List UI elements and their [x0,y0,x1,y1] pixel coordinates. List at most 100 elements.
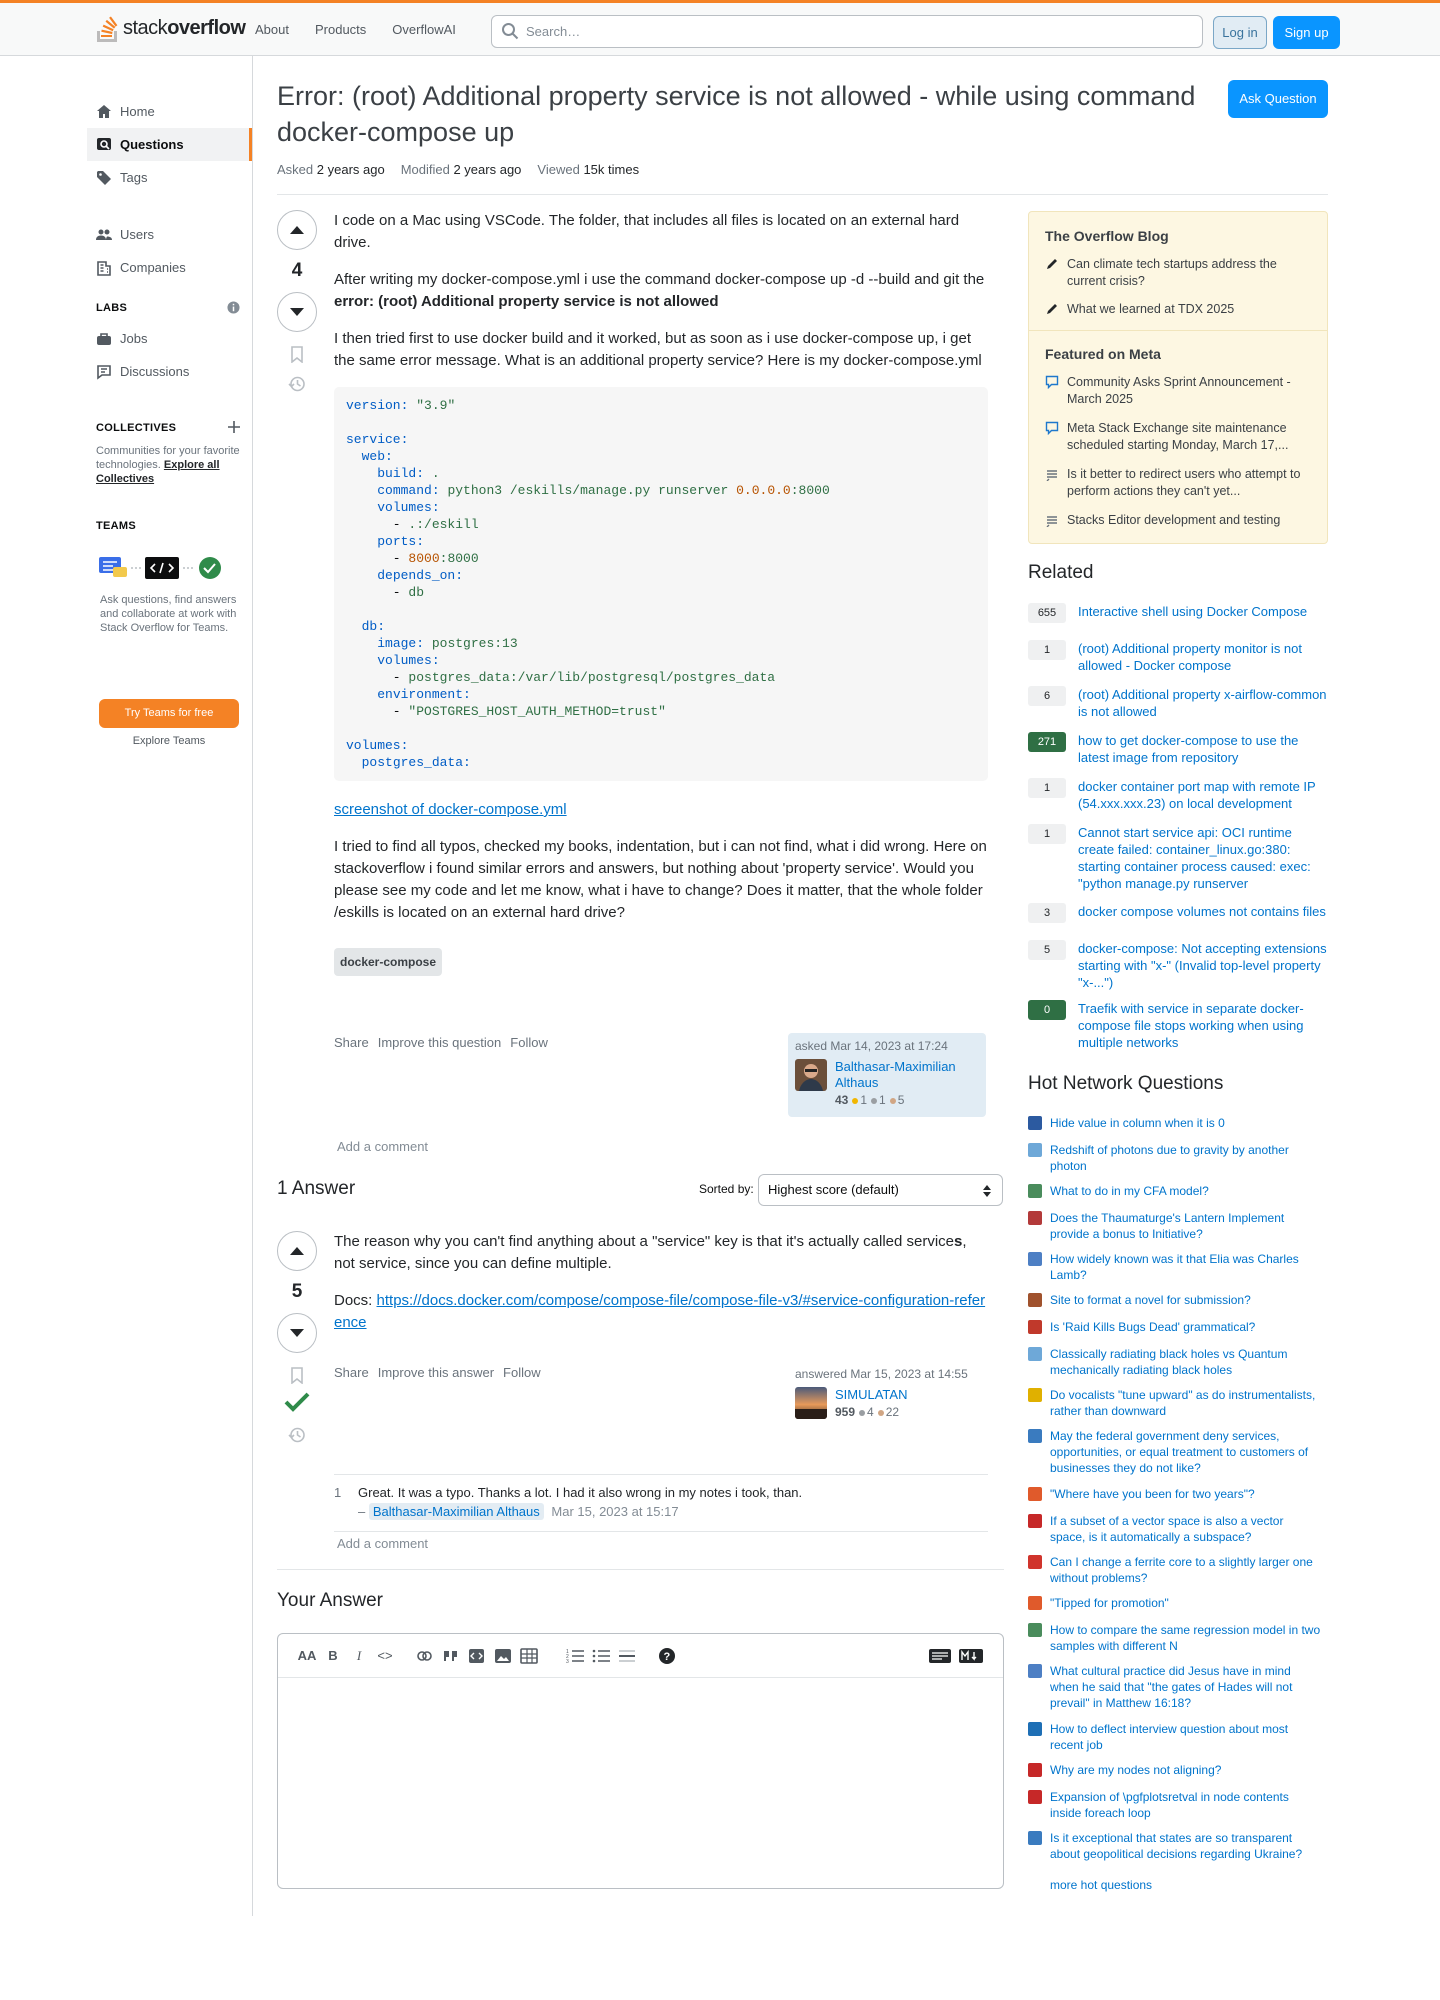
hot-question-title[interactable]: How to deflect interview question about … [1050,1721,1322,1753]
hot-question-item[interactable]: May the federal government deny services… [1028,1428,1328,1476]
hot-question-item[interactable]: Do vocalists "tune upward" as do instrum… [1028,1387,1328,1419]
hot-question-title[interactable]: How widely known was it that Elia was Ch… [1050,1251,1322,1283]
avatar[interactable] [795,1387,827,1419]
hot-question-item[interactable]: "Where have you been for two years"? [1028,1486,1328,1502]
upvote-button[interactable] [277,1231,317,1271]
bookmark-icon[interactable] [290,346,304,363]
hot-question-item[interactable]: How to deflect interview question about … [1028,1721,1328,1753]
related-item[interactable]: 655 Interactive shell using Docker Compos… [1028,603,1328,623]
meta-item[interactable]: Meta Stack Exchange site maintenance sch… [1045,420,1317,454]
related-title[interactable]: (root) Additional property x-airflow-com… [1078,686,1328,720]
hot-question-item[interactable]: Redshift of photons due to gravity by an… [1028,1142,1328,1174]
hot-question-title[interactable]: "Tipped for promotion" [1050,1595,1322,1611]
stackoverflow-logo[interactable]: stackoverflow [95,14,246,42]
hot-question-title[interactable]: Can I change a ferrite core to a slightl… [1050,1554,1322,1586]
help-icon[interactable]: ? [654,1647,680,1665]
nav-overflowai[interactable]: OverflowAI [392,22,456,37]
question-title[interactable]: Error: (root) Additional property servic… [277,78,1227,150]
history-icon[interactable] [288,375,306,393]
hot-question-item[interactable]: Hide value in column when it is 0 [1028,1115,1328,1131]
improve-question-link[interactable]: Improve this question [378,1035,502,1050]
try-teams-button[interactable]: Try Teams for free [99,699,239,728]
add-comment-link[interactable]: Add a comment [337,1536,428,1551]
hot-question-title[interactable]: Redshift of photons due to gravity by an… [1050,1142,1322,1174]
ask-question-button[interactable]: Ask Question [1228,80,1328,118]
asker-name[interactable]: Balthasar-Maximilian Althaus [835,1059,979,1091]
related-item[interactable]: 1 Cannot start service api: OCI runtime c… [1028,824,1328,892]
hot-question-item[interactable]: Is 'Raid Kills Bugs Dead' grammatical? [1028,1319,1328,1335]
rich-text-mode-icon[interactable] [925,1647,955,1665]
share-link[interactable]: Share [334,1035,369,1050]
related-title[interactable]: (root) Additional property monitor is no… [1078,640,1328,674]
related-item[interactable]: 271 how to get docker-compose to use the … [1028,732,1328,766]
login-button[interactable]: Log in [1213,16,1267,49]
hot-question-title[interactable]: Expansion of \pgfplotsretval in node con… [1050,1789,1322,1821]
related-item[interactable]: 6 (root) Additional property x-airflow-co… [1028,686,1328,720]
sidebar-item-companies[interactable]: Companies [87,251,252,284]
meta-item[interactable]: Is it better to redirect users who attem… [1045,466,1317,500]
hot-question-title[interactable]: Does the Thaumaturge's Lantern Implement… [1050,1210,1322,1242]
hot-question-item[interactable]: "Tipped for promotion" [1028,1595,1328,1611]
sidebar-item-discussions[interactable]: Discussions [87,355,252,388]
related-title[interactable]: Cannot start service api: OCI runtime cr… [1078,824,1328,892]
hot-question-title[interactable]: Is 'Raid Kills Bugs Dead' grammatical? [1050,1319,1322,1335]
meta-item[interactable]: Community Asks Sprint Announcement - Mar… [1045,374,1317,408]
hot-question-title[interactable]: What to do in my CFA model? [1050,1183,1322,1199]
hot-question-item[interactable]: How widely known was it that Elia was Ch… [1028,1251,1328,1283]
downvote-button[interactable] [277,1313,317,1353]
hot-question-title[interactable]: Why are my nodes not aligning? [1050,1762,1322,1778]
code-snippet-icon[interactable] [464,1648,490,1664]
hot-question-title[interactable]: Classically radiating black holes vs Qua… [1050,1346,1322,1378]
hot-question-title[interactable]: Site to format a novel for submission? [1050,1292,1322,1308]
tag-docker-compose[interactable]: docker-compose [334,948,443,976]
history-icon[interactable] [288,1426,306,1444]
related-title[interactable]: docker-compose: Not accepting extensions… [1078,940,1328,991]
plus-icon[interactable] [228,421,240,433]
sort-select[interactable]: Highest score (default) [758,1174,1003,1206]
upvote-button[interactable] [277,210,317,250]
unordered-list-icon[interactable] [588,1648,614,1664]
bold-button[interactable]: B [320,1648,346,1663]
hot-question-title[interactable]: Is it exceptional that states are so tra… [1050,1830,1322,1862]
meta-item[interactable]: Stacks Editor development and testing [1045,512,1317,529]
info-icon[interactable] [227,301,240,314]
hot-question-item[interactable]: How to compare the same regression model… [1028,1622,1328,1654]
screenshot-link[interactable]: screenshot of docker-compose.yml [334,801,567,818]
hot-question-title[interactable]: How to compare the same regression model… [1050,1622,1322,1654]
related-title[interactable]: how to get docker-compose to use the lat… [1078,732,1328,766]
blog-item[interactable]: Can climate tech startups address the cu… [1045,256,1317,290]
docs-link[interactable]: https://docs.docker.com/compose/compose-… [334,1292,985,1331]
sidebar-item-home[interactable]: Home [87,95,252,128]
downvote-button[interactable] [277,292,317,332]
follow-link[interactable]: Follow [503,1365,541,1380]
blog-item[interactable]: What we learned at TDX 2025 [1045,301,1317,318]
hot-question-item[interactable]: Does the Thaumaturge's Lantern Implement… [1028,1210,1328,1242]
hot-question-title[interactable]: If a subset of a vector space is also a … [1050,1513,1322,1545]
table-icon[interactable] [516,1647,542,1664]
related-item[interactable]: 0 Traefik with service in separate docker… [1028,1000,1328,1051]
related-title[interactable]: Interactive shell using Docker Compose [1078,603,1328,623]
hot-question-title[interactable]: May the federal government deny services… [1050,1428,1322,1476]
related-item[interactable]: 1 docker container port map with remote I… [1028,778,1328,812]
hot-question-title[interactable]: Do vocalists "tune upward" as do instrum… [1050,1387,1322,1419]
sidebar-item-tags[interactable]: Tags [87,161,252,194]
share-link[interactable]: Share [334,1365,369,1380]
explore-teams-link[interactable]: Explore Teams [99,735,239,747]
related-item[interactable]: 5 docker-compose: Not accepting extension… [1028,940,1328,991]
code-button[interactable]: <> [372,1648,398,1663]
nav-products[interactable]: Products [315,22,366,37]
hot-question-title[interactable]: What cultural practice did Jesus have in… [1050,1663,1322,1711]
markdown-mode-icon[interactable] [955,1647,989,1665]
ordered-list-icon[interactable]: 123 [562,1648,588,1664]
hot-question-item[interactable]: Why are my nodes not aligning? [1028,1762,1328,1778]
related-title[interactable]: docker container port map with remote IP… [1078,778,1328,812]
related-title[interactable]: Traefik with service in separate docker-… [1078,1000,1328,1051]
text-size-button[interactable]: AA [294,1648,320,1663]
bookmark-icon[interactable] [290,1367,304,1384]
improve-answer-link[interactable]: Improve this answer [378,1365,494,1380]
hot-question-item[interactable]: Is it exceptional that states are so tra… [1028,1830,1328,1862]
hot-question-item[interactable]: Expansion of \pgfplotsretval in node con… [1028,1789,1328,1821]
hot-question-item[interactable]: Classically radiating black holes vs Qua… [1028,1346,1328,1378]
signup-button[interactable]: Sign up [1273,16,1340,49]
italic-button[interactable]: I [346,1648,372,1664]
